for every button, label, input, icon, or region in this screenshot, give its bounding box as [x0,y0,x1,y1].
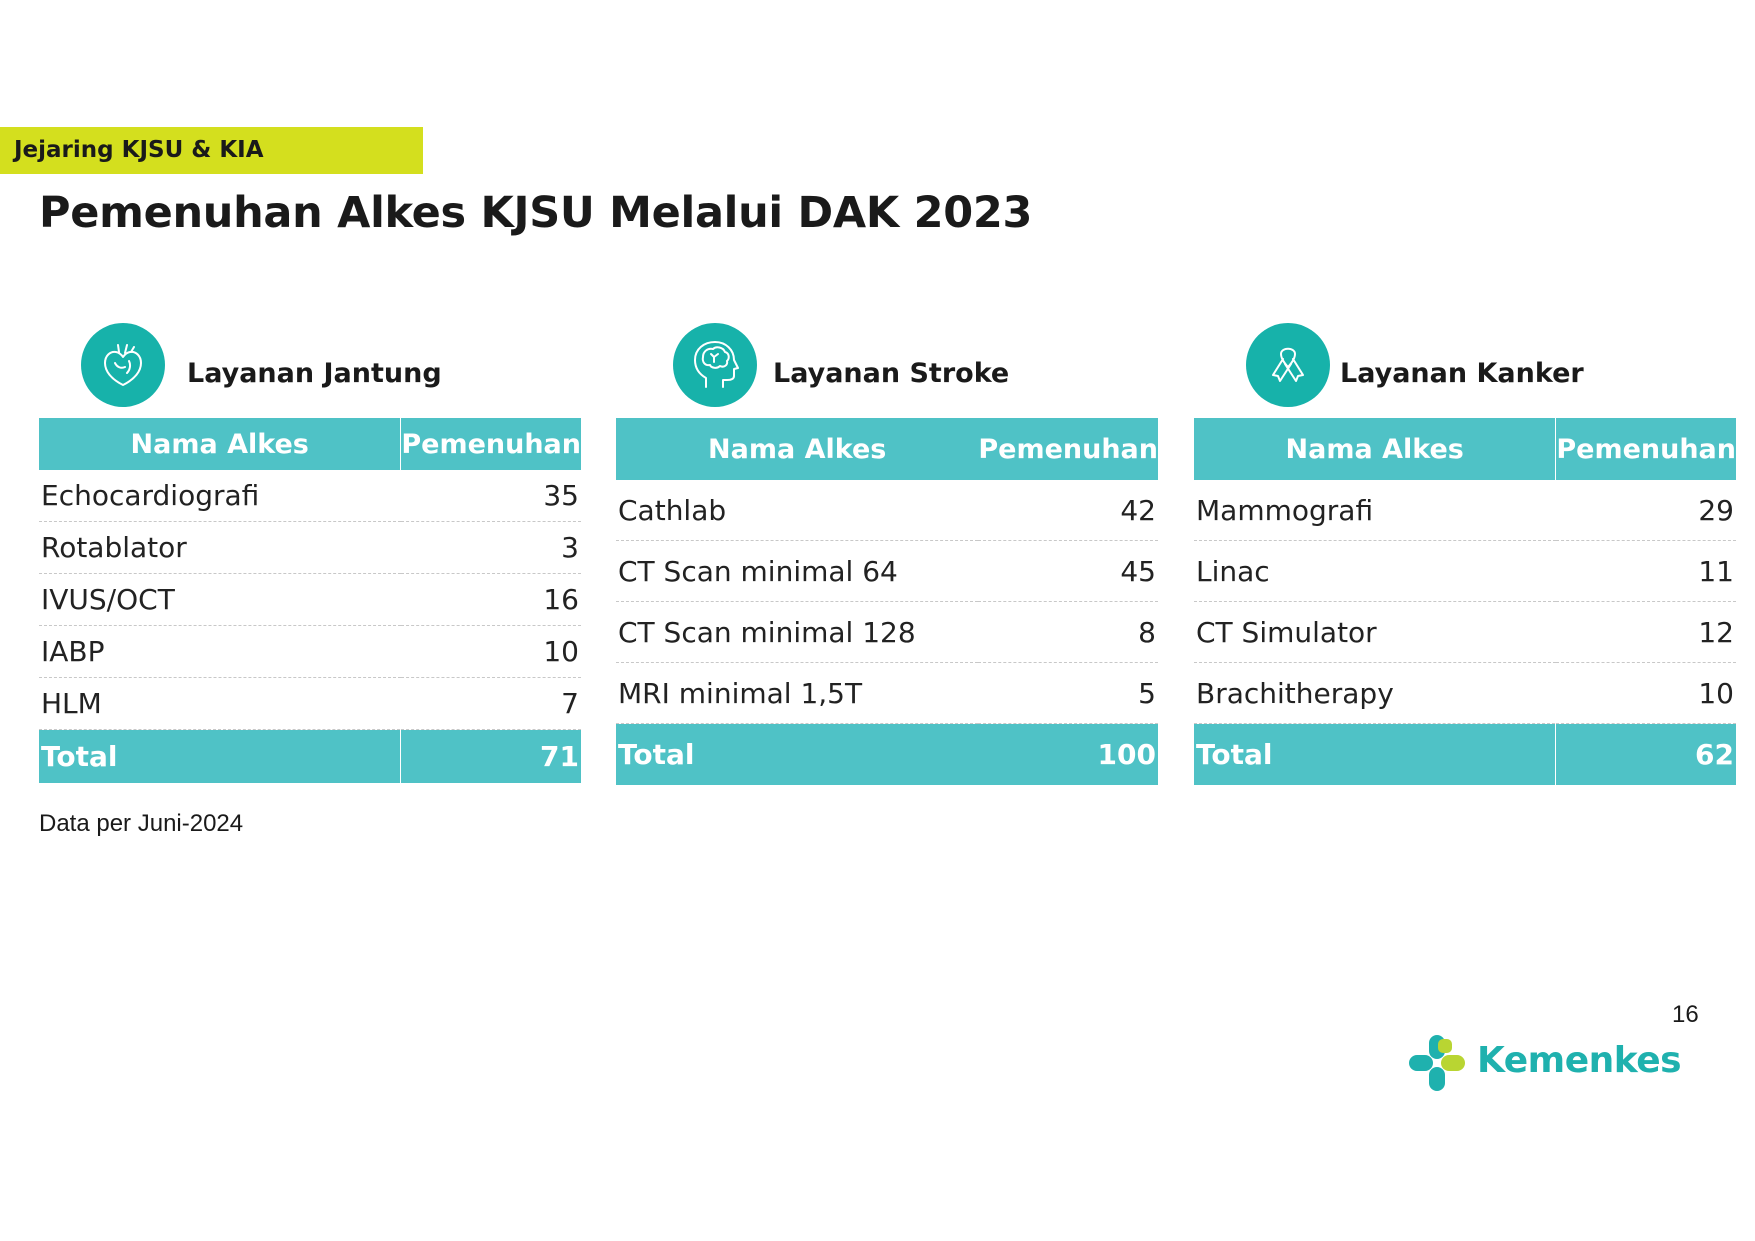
alkes-value: 7 [400,677,581,730]
alkes-value: 45 [978,540,1158,602]
alkes-name: IABP [39,625,401,678]
table-kanker: Nama Alkes Pemenuhan Mammografi 29 Linac… [1194,418,1736,785]
page-title: Pemenuhan Alkes KJSU Melalui DAK 2023 [39,188,1033,238]
table-row: IVUS/OCT 16 [39,573,581,626]
alkes-value: 8 [978,601,1158,663]
page-number: 16 [1672,1001,1699,1028]
alkes-value: 10 [1555,662,1736,724]
alkes-value: 3 [400,521,581,574]
table-row: Mammografi 29 [1194,480,1736,541]
kemenkes-logo-text: Kemenkes [1477,1040,1682,1081]
table-row: CT Simulator 12 [1194,601,1736,663]
table-row: Brachitherapy 10 [1194,662,1736,724]
alkes-value: 10 [400,625,581,678]
total-label: Total [1194,723,1557,785]
total-label: Total [39,729,402,783]
alkes-name: HLM [39,677,401,730]
alkes-value: 11 [1555,540,1736,602]
table-row: HLM 7 [39,677,581,730]
table-row: Linac 11 [1194,540,1736,602]
total-row: Total 62 [1194,723,1736,785]
table-row: Echocardiografi 35 [39,470,581,522]
section-title-stroke: Layanan Stroke [773,358,1010,389]
alkes-value: 35 [400,470,581,522]
table-row: Cathlab 42 [616,480,1158,541]
table-row: IABP 10 [39,625,581,678]
table-row: CT Scan minimal 128 8 [616,601,1158,663]
alkes-value: 12 [1555,601,1736,663]
alkes-value: 42 [978,480,1158,541]
alkes-name: Brachitherapy [1194,662,1556,724]
total-row: Total 71 [39,729,581,783]
alkes-value: 16 [400,573,581,626]
table-jantung: Nama Alkes Pemenuhan Echocardiografi 35 … [39,418,581,783]
section-title-kanker: Layanan Kanker [1340,358,1584,389]
total-label: Total [616,723,979,785]
total-value: 100 [978,723,1158,785]
alkes-name: Rotablator [39,521,401,574]
column-header-name: Nama Alkes [39,418,402,470]
alkes-name: CT Simulator [1194,601,1556,663]
column-header-value: Pemenuhan [978,418,1158,480]
alkes-name: IVUS/OCT [39,573,401,626]
total-value: 71 [400,729,581,783]
section-tag: Jejaring KJSU & KIA [0,127,423,174]
section-title-jantung: Layanan Jantung [187,358,442,389]
column-header-value: Pemenuhan [400,418,581,470]
alkes-name: MRI minimal 1,5T [616,662,979,724]
total-row: Total 100 [616,723,1158,785]
table-row: Rotablator 3 [39,521,581,574]
alkes-name: CT Scan minimal 64 [616,540,979,602]
column-header-name: Nama Alkes [616,418,979,480]
column-header-name: Nama Alkes [1194,418,1557,480]
table-stroke: Nama Alkes Pemenuhan Cathlab 42 CT Scan … [616,418,1158,785]
brain-head-icon [673,323,757,407]
alkes-value: 5 [978,662,1158,724]
alkes-name: Echocardiografi [39,470,401,522]
column-header-value: Pemenuhan [1555,418,1736,480]
alkes-value: 29 [1555,480,1736,541]
heart-icon [81,323,165,407]
alkes-name: Linac [1194,540,1556,602]
data-note: Data per Juni-2024 [39,810,244,837]
total-value: 62 [1555,723,1736,785]
kemenkes-logo-icon [1409,1035,1465,1091]
alkes-name: Cathlab [616,480,979,541]
ribbon-icon [1246,323,1330,407]
alkes-name: Mammografi [1194,480,1556,541]
table-row: MRI minimal 1,5T 5 [616,662,1158,724]
table-row: CT Scan minimal 64 45 [616,540,1158,602]
alkes-name: CT Scan minimal 128 [616,601,979,663]
